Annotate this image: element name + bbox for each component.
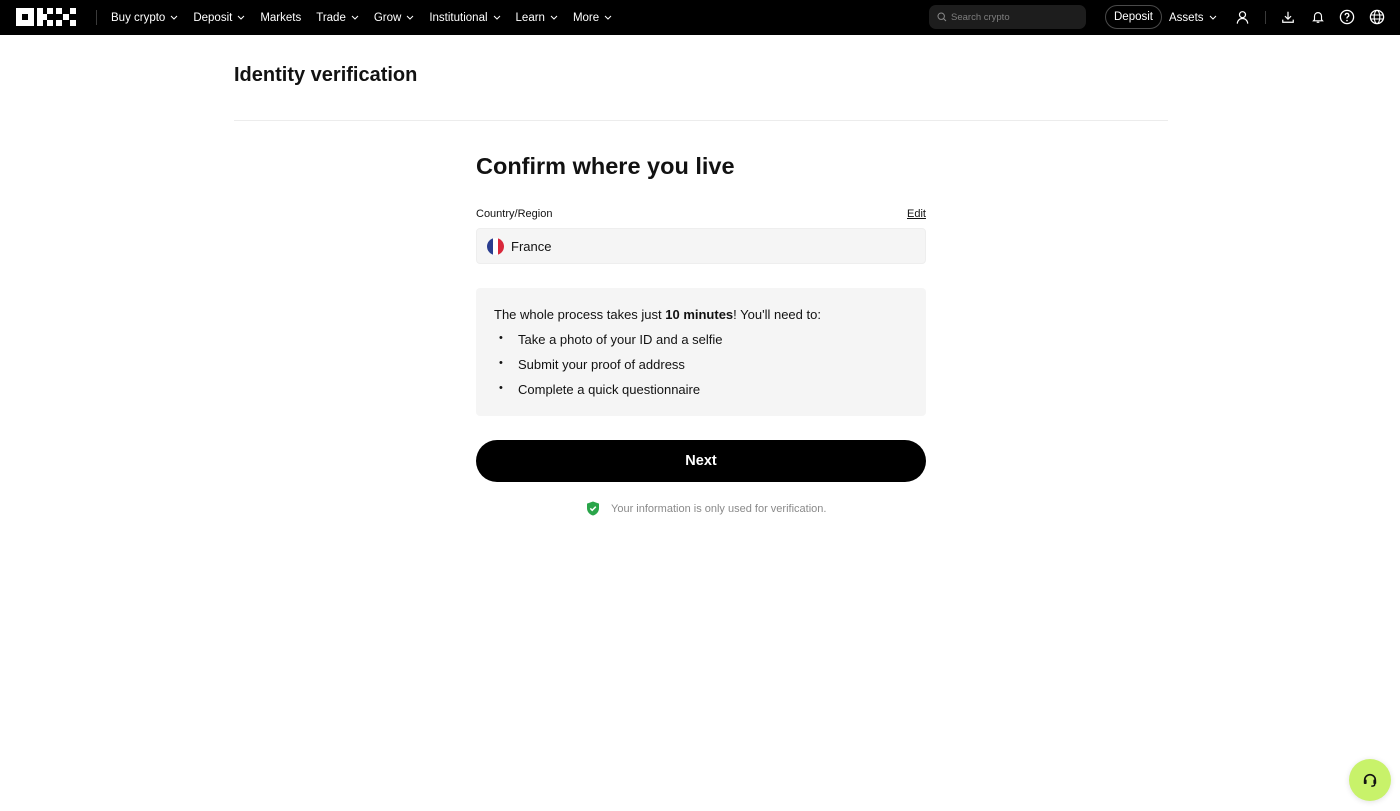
step-text: Submit your proof of address [518, 357, 685, 372]
page-title: Identity verification [234, 64, 418, 86]
main-nav: Buy crypto Deposit Markets Trade Grow In… [111, 0, 627, 35]
divider [234, 120, 1168, 121]
chevron-down-icon [351, 15, 359, 20]
chevron-down-icon [406, 15, 414, 20]
nav-markets[interactable]: Markets [260, 12, 301, 24]
search-box[interactable] [929, 5, 1086, 29]
privacy-text: Your information is only used for verifi… [611, 502, 827, 515]
info-panel: The whole process takes just 10 minutes!… [476, 288, 926, 416]
nav-label: Learn [515, 11, 545, 24]
support-chat-button[interactable] [1349, 759, 1391, 801]
chevron-down-icon [604, 15, 612, 20]
okx-logo[interactable] [16, 8, 76, 26]
info-intro-text: The whole process takes just [494, 307, 666, 322]
assets-menu[interactable]: Assets [1169, 0, 1217, 35]
search-input[interactable] [951, 11, 1071, 23]
nav-label: More [572, 11, 600, 24]
info-intro-end: ! You'll need to: [733, 307, 821, 322]
nav-label: Markets [260, 11, 302, 24]
chevron-down-icon [1209, 15, 1216, 20]
info-duration: 10 minutes [665, 307, 734, 322]
step-text: Complete a quick questionnaire [518, 382, 701, 397]
nav-divider [1265, 11, 1266, 24]
nav-deposit[interactable]: Deposit [193, 12, 245, 24]
list-item: Submit your proof of address [499, 357, 685, 372]
country-label: Country/Region [476, 208, 553, 220]
bell-icon[interactable] [1310, 9, 1326, 25]
nav-buy-crypto[interactable]: Buy crypto [111, 12, 178, 24]
nav-learn[interactable]: Learn [516, 12, 558, 24]
nav-label: Trade [316, 11, 346, 24]
list-item: Take a photo of your ID and a selfie [499, 332, 723, 347]
globe-icon[interactable] [1369, 9, 1385, 25]
deposit-button[interactable]: Deposit [1105, 5, 1162, 29]
shield-check-icon [587, 501, 599, 516]
form-heading: Confirm where you live [476, 153, 735, 179]
chevron-down-icon [493, 15, 500, 20]
headset-icon [1363, 773, 1377, 787]
nav-label: Institutional [429, 11, 488, 24]
list-item: Complete a quick questionnaire [499, 382, 701, 397]
nav-more[interactable]: More [573, 12, 612, 24]
edit-link[interactable]: Edit [907, 208, 926, 220]
privacy-note: Your information is only used for verifi… [586, 501, 826, 516]
info-intro: The whole process takes just 10 minutes!… [494, 307, 821, 322]
step-text: Take a photo of your ID and a selfie [518, 332, 723, 347]
chevron-down-icon [170, 15, 178, 20]
chevron-down-icon [550, 15, 558, 20]
nav-label: Grow [373, 11, 402, 24]
nav-grow[interactable]: Grow [374, 12, 414, 24]
nav-divider [96, 10, 97, 25]
nav-trade[interactable]: Trade [316, 12, 359, 24]
search-icon [937, 12, 947, 22]
country-field: France [476, 228, 926, 264]
next-button[interactable]: Next [476, 440, 926, 482]
nav-label: Deposit [193, 11, 233, 24]
download-icon[interactable] [1280, 9, 1296, 25]
france-flag-icon [487, 237, 504, 255]
nav-label: Buy crypto [111, 11, 166, 24]
nav-institutional[interactable]: Institutional [429, 12, 500, 24]
chevron-down-icon [237, 15, 245, 20]
user-icon[interactable] [1234, 9, 1250, 25]
help-icon[interactable] [1339, 9, 1355, 25]
top-nav-bar: Buy crypto Deposit Markets Trade Grow In… [0, 0, 1400, 35]
assets-label: Assets [1169, 11, 1204, 24]
country-value: France [511, 238, 552, 254]
